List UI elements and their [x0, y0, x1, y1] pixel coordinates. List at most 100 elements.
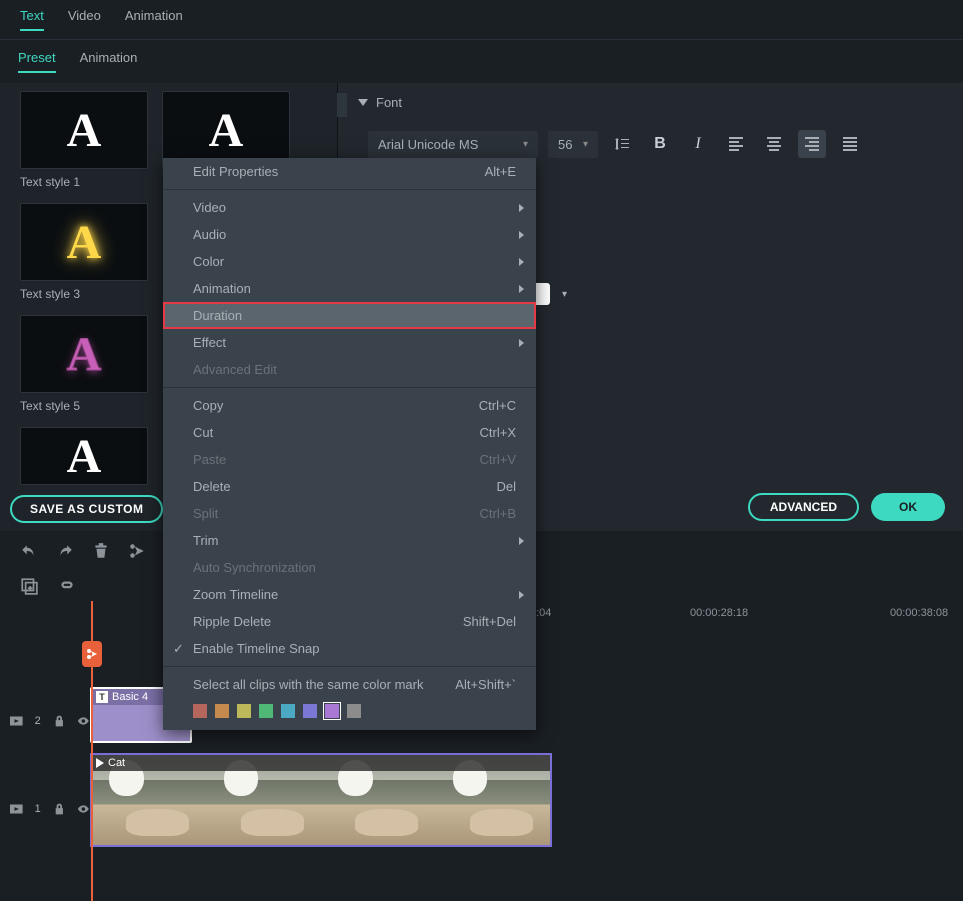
shortcut: Ctrl+B — [480, 506, 516, 521]
text-style-5[interactable]: A Text style 5 — [20, 315, 148, 413]
ctx-audio[interactable]: Audio — [163, 221, 536, 248]
visibility-icon[interactable] — [77, 802, 90, 816]
ctx-video[interactable]: Video — [163, 194, 536, 221]
split-icon[interactable] — [128, 542, 146, 560]
ctx-enable-snap[interactable]: ✓ Enable Timeline Snap — [163, 635, 536, 662]
glyph-a-icon: A — [67, 103, 102, 158]
color-mark-row — [163, 698, 536, 730]
color-mark[interactable] — [325, 704, 339, 718]
chevron-down-icon: ▾ — [583, 139, 588, 150]
align-center-button[interactable] — [760, 130, 788, 158]
style-label: Text style 1 — [20, 175, 148, 189]
color-mark[interactable] — [215, 704, 229, 718]
ctx-delete[interactable]: DeleteDel — [163, 473, 536, 500]
shortcut: Alt+Shift+` — [455, 677, 516, 692]
timecode: 00:00:28:18 — [690, 607, 748, 619]
tab-animation[interactable]: Animation — [125, 8, 183, 31]
collapse-handle[interactable] — [337, 93, 347, 117]
delete-icon[interactable] — [92, 542, 110, 560]
ctx-paste: PasteCtrl+V — [163, 446, 536, 473]
save-as-custom-button[interactable]: SAVE AS CUSTOM — [10, 495, 163, 523]
context-menu: Edit Properties Alt+E Video Audio Color … — [163, 158, 536, 730]
track-header-1: 1 — [0, 765, 90, 853]
undo-icon[interactable] — [20, 542, 38, 560]
ctx-trim[interactable]: Trim — [163, 527, 536, 554]
text-clip-icon: T — [96, 691, 108, 703]
ctx-copy[interactable]: CopyCtrl+C — [163, 392, 536, 419]
ctx-cut[interactable]: CutCtrl+X — [163, 419, 536, 446]
track-number: 1 — [35, 803, 41, 815]
track-header-2: 2 — [0, 677, 90, 765]
panel-buttons: ADVANCED OK — [748, 493, 945, 521]
style-label: Text style 3 — [20, 287, 148, 301]
track-number: 2 — [35, 715, 41, 727]
timecode: 00:00:38:08 — [890, 607, 948, 619]
video-clip[interactable]: Cat — [90, 753, 552, 847]
video-track-icon — [10, 714, 23, 728]
ctx-duration[interactable]: Duration — [163, 302, 536, 329]
ctx-select-color-mark[interactable]: Select all clips with the same color mar… — [163, 671, 536, 698]
shortcut: Ctrl+X — [480, 425, 516, 440]
ctx-split: SplitCtrl+B — [163, 500, 536, 527]
top-tabs: Text Video Animation — [0, 0, 963, 40]
ok-button[interactable]: OK — [871, 493, 945, 521]
shortcut: Shift+Del — [463, 614, 516, 629]
align-right-button[interactable] — [798, 130, 826, 158]
text-style-7[interactable]: A — [20, 427, 148, 485]
font-family-select[interactable]: Arial Unicode MS▾ — [368, 131, 538, 158]
color-mark[interactable] — [303, 704, 317, 718]
lock-icon[interactable] — [53, 802, 66, 816]
bold-button[interactable]: B — [646, 130, 674, 158]
align-justify-button[interactable] — [836, 130, 864, 158]
link-icon[interactable] — [58, 577, 76, 595]
visibility-icon[interactable] — [77, 714, 90, 728]
font-section-header[interactable]: Font — [338, 83, 963, 122]
video-track-icon — [10, 802, 23, 816]
sub-tabs: Preset Animation — [0, 40, 963, 83]
advanced-button[interactable]: ADVANCED — [748, 493, 859, 521]
color-mark[interactable] — [347, 704, 361, 718]
color-mark[interactable] — [281, 704, 295, 718]
align-left-button[interactable] — [722, 130, 750, 158]
check-icon: ✓ — [173, 641, 184, 657]
shortcut: Ctrl+V — [480, 452, 516, 467]
play-icon — [96, 758, 104, 768]
add-marker-icon[interactable] — [20, 577, 38, 595]
font-size-select[interactable]: 56▾ — [548, 131, 598, 158]
ctx-advanced-edit: Advanced Edit — [163, 356, 536, 383]
text-style-3[interactable]: A Text style 3 — [20, 203, 148, 301]
ctx-color[interactable]: Color — [163, 248, 536, 275]
subtab-animation[interactable]: Animation — [80, 50, 138, 73]
shortcut: Ctrl+C — [479, 398, 516, 413]
style-label: Text style 5 — [20, 399, 148, 413]
chevron-down-icon — [358, 99, 368, 106]
redo-icon[interactable] — [56, 542, 74, 560]
ctx-ripple-delete[interactable]: Ripple DeleteShift+Del — [163, 608, 536, 635]
ctx-edit-properties[interactable]: Edit Properties Alt+E — [163, 158, 536, 185]
ctx-zoom-timeline[interactable]: Zoom Timeline — [163, 581, 536, 608]
shortcut: Alt+E — [485, 164, 516, 179]
tab-video[interactable]: Video — [68, 8, 101, 31]
color-mark[interactable] — [259, 704, 273, 718]
color-mark[interactable] — [237, 704, 251, 718]
line-spacing-button[interactable] — [608, 130, 636, 158]
glyph-a-icon: A — [67, 429, 102, 484]
glyph-a-icon: A — [67, 327, 102, 382]
lock-icon[interactable] — [53, 714, 66, 728]
text-style-1[interactable]: A Text style 1 — [20, 91, 148, 189]
font-section-title: Font — [376, 95, 402, 110]
clip-label: Cat — [108, 757, 125, 769]
chevron-down-icon: ▾ — [523, 139, 528, 150]
ctx-auto-sync: Auto Synchronization — [163, 554, 536, 581]
ctx-effect[interactable]: Effect — [163, 329, 536, 356]
playhead-handle[interactable] — [82, 641, 102, 667]
subtab-preset[interactable]: Preset — [18, 50, 56, 73]
tab-text[interactable]: Text — [20, 8, 44, 31]
clip-header: Cat — [92, 755, 550, 771]
glyph-a-icon: A — [209, 103, 244, 158]
italic-button[interactable]: I — [684, 130, 712, 158]
chevron-down-icon: ▾ — [562, 289, 567, 300]
ctx-animation[interactable]: Animation — [163, 275, 536, 302]
glyph-a-icon: A — [67, 215, 102, 270]
color-mark[interactable] — [193, 704, 207, 718]
